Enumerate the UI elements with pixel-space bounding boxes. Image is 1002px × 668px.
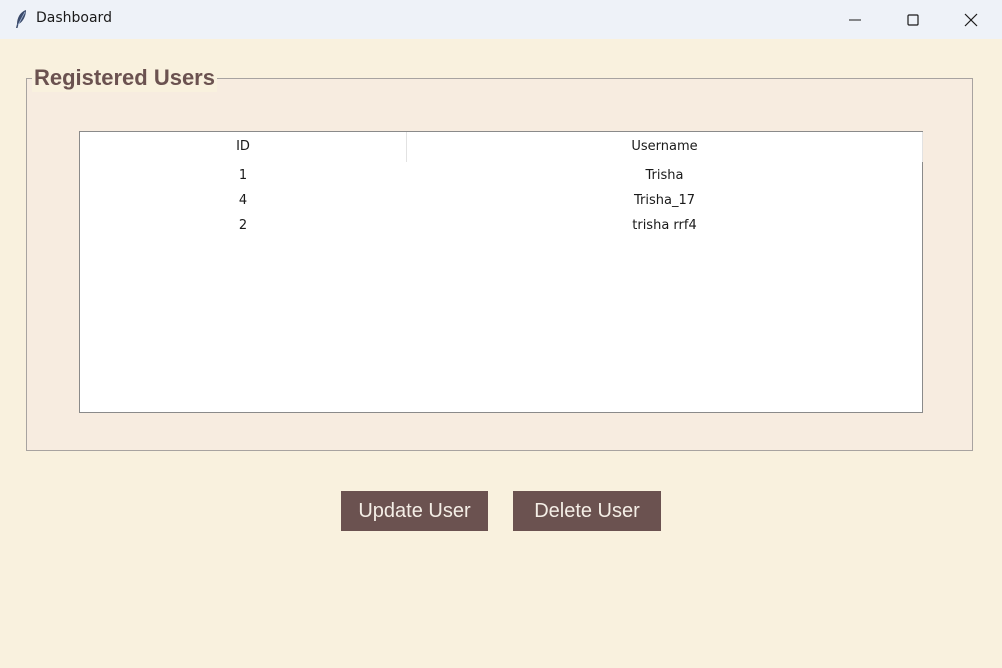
update-user-button[interactable]: Update User xyxy=(341,491,488,531)
table-row[interactable]: 4 Trisha_17 xyxy=(80,188,922,213)
window-title: Dashboard xyxy=(36,10,112,26)
minimize-button[interactable] xyxy=(826,0,884,39)
delete-user-button[interactable]: Delete User xyxy=(513,491,661,531)
cell-id: 2 xyxy=(238,218,248,233)
table-row[interactable]: 1 Trisha xyxy=(80,163,922,188)
cell-id: 4 xyxy=(238,193,248,208)
title-bar[interactable]: Dashboard xyxy=(0,0,1002,39)
cell-id: 1 xyxy=(238,168,248,183)
cell-username: Trisha xyxy=(645,168,684,183)
feather-icon xyxy=(14,9,28,29)
cell-username: trisha rrf4 xyxy=(632,218,697,233)
minimize-icon xyxy=(849,19,861,21)
table-body: 1 Trisha 4 Trisha_17 2 trisha rrf4 xyxy=(80,163,922,238)
maximize-icon xyxy=(907,14,919,26)
users-table[interactable]: ID Username 1 Trisha 4 Trisha_17 2 trish… xyxy=(79,131,923,413)
dashboard-window: Dashboard Registered Users ID Username 1 xyxy=(0,0,1002,668)
close-button[interactable] xyxy=(942,0,1000,39)
column-header-id[interactable]: ID xyxy=(80,132,407,162)
close-icon xyxy=(964,13,978,27)
column-header-username[interactable]: Username xyxy=(407,132,923,162)
table-row[interactable]: 2 trisha rrf4 xyxy=(80,213,922,238)
group-title: Registered Users xyxy=(32,64,217,92)
maximize-button[interactable] xyxy=(884,0,942,39)
cell-username: Trisha_17 xyxy=(633,193,695,208)
